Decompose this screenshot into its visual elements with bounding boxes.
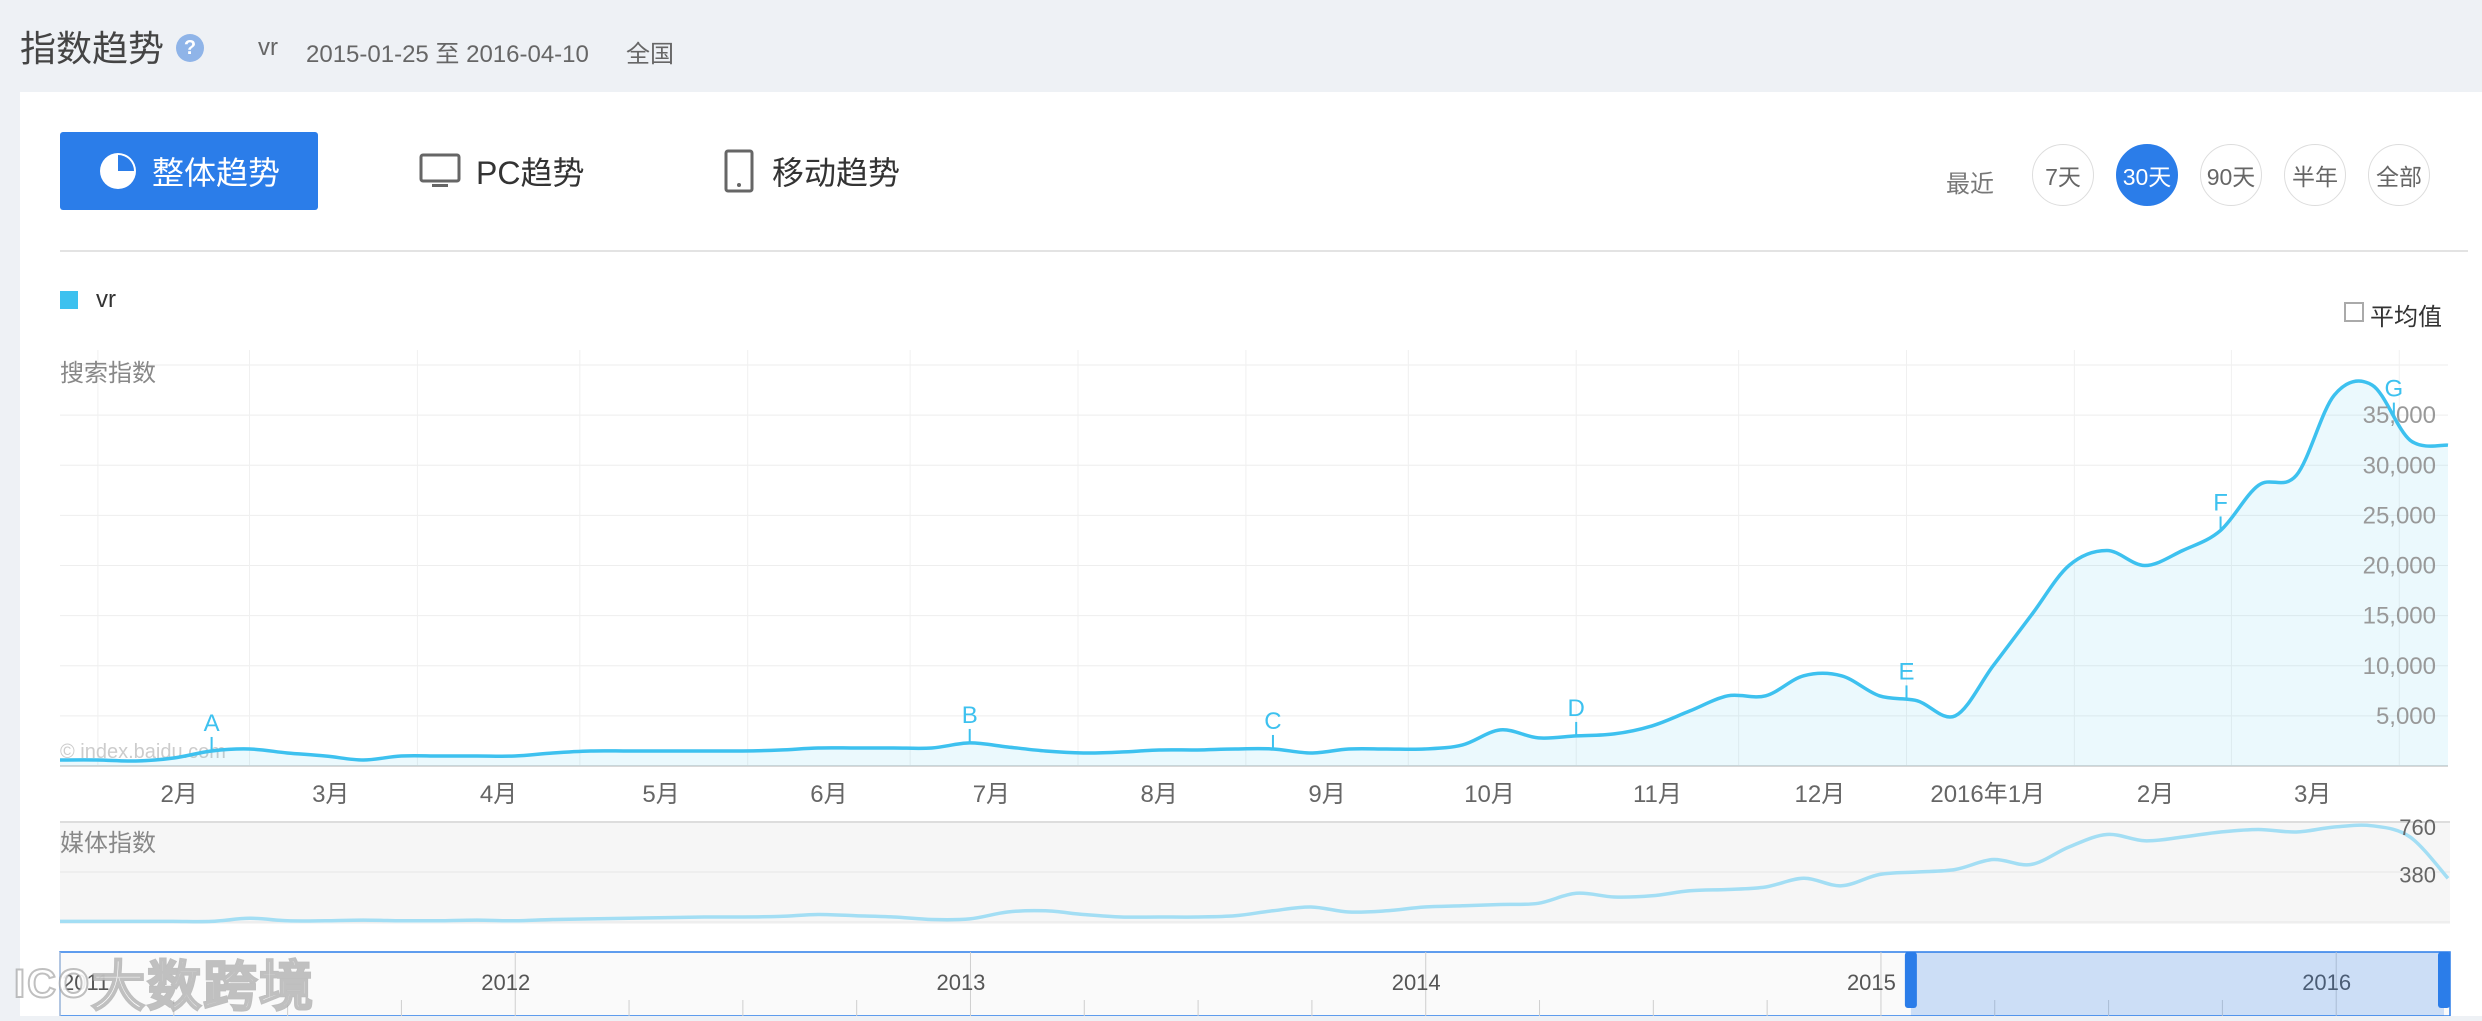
marker-b: B [962,702,978,729]
y-tick-label: 25,000 [2363,502,2436,529]
trend-chart: 搜索指数 © index.baidu.com 5,00010,00015,000… [59,350,2451,1016]
x-tick-label: 6月 [810,781,847,808]
x-tick-label: 3月 [2294,781,2331,808]
marker-e: E [1898,658,1914,685]
x-tick-label: 3月 [312,781,349,808]
media-index-label: 媒体指数 [60,830,156,857]
search-index-label: 搜索指数 [60,360,156,387]
x-tick-label: 2月 [2137,781,2174,808]
timeline-left-handle[interactable] [1904,952,1917,1008]
x-tick-labels: 2月 3月 4月 5月 6月 7月 8月 9月 10月 11月 12月 2016年1月 2月 3月 [160,781,2331,808]
x-tick-label: 11月 [1633,781,1682,808]
x-tick-label: 8月 [1141,781,1178,808]
x-tick-label: 7月 [973,781,1010,808]
x-tick-label: 10月 [1464,781,1515,808]
x-tick-label: 4月 [480,781,517,808]
y-tick-label: 35,000 [2363,402,2436,429]
x-tick-label: 2016年1月 [1930,781,2045,808]
y-tick-label: 30,000 [2363,452,2436,479]
search-index-area [60,381,2448,766]
marker-a: A [204,710,220,737]
x-tick-label: 5月 [642,781,679,808]
timeline-selection [1904,952,2450,1016]
y-tick-label: 10,000 [2363,653,2436,680]
media-y-tick-label: 760 [2399,815,2436,840]
timeline-year-label: 2012 [481,970,530,995]
x-tick-label: 9月 [1308,781,1345,808]
timeline-right-handle[interactable] [2438,952,2450,1008]
y-tick-label: 20,000 [2363,553,2436,580]
media-y-tick-label: 380 [2399,863,2436,888]
marker-c: C [1264,708,1281,735]
timeline-year-label: 2014 [1392,970,1441,995]
y-tick-label: 15,000 [2363,603,2436,630]
y-tick-label: 5,000 [2376,703,2436,730]
marker-g: G [2385,376,2404,403]
timeline-year-label: 2013 [936,970,985,995]
timeline-selected-range [1910,952,2444,1016]
x-tick-label: 12月 [1795,781,1846,808]
logo-watermark: ICO大数跨境 [13,956,316,1018]
marker-f: F [2213,489,2228,516]
marker-d: D [1568,695,1585,722]
x-tick-label: 2月 [160,781,197,808]
timeline-year-label: 2015 [1847,970,1896,995]
